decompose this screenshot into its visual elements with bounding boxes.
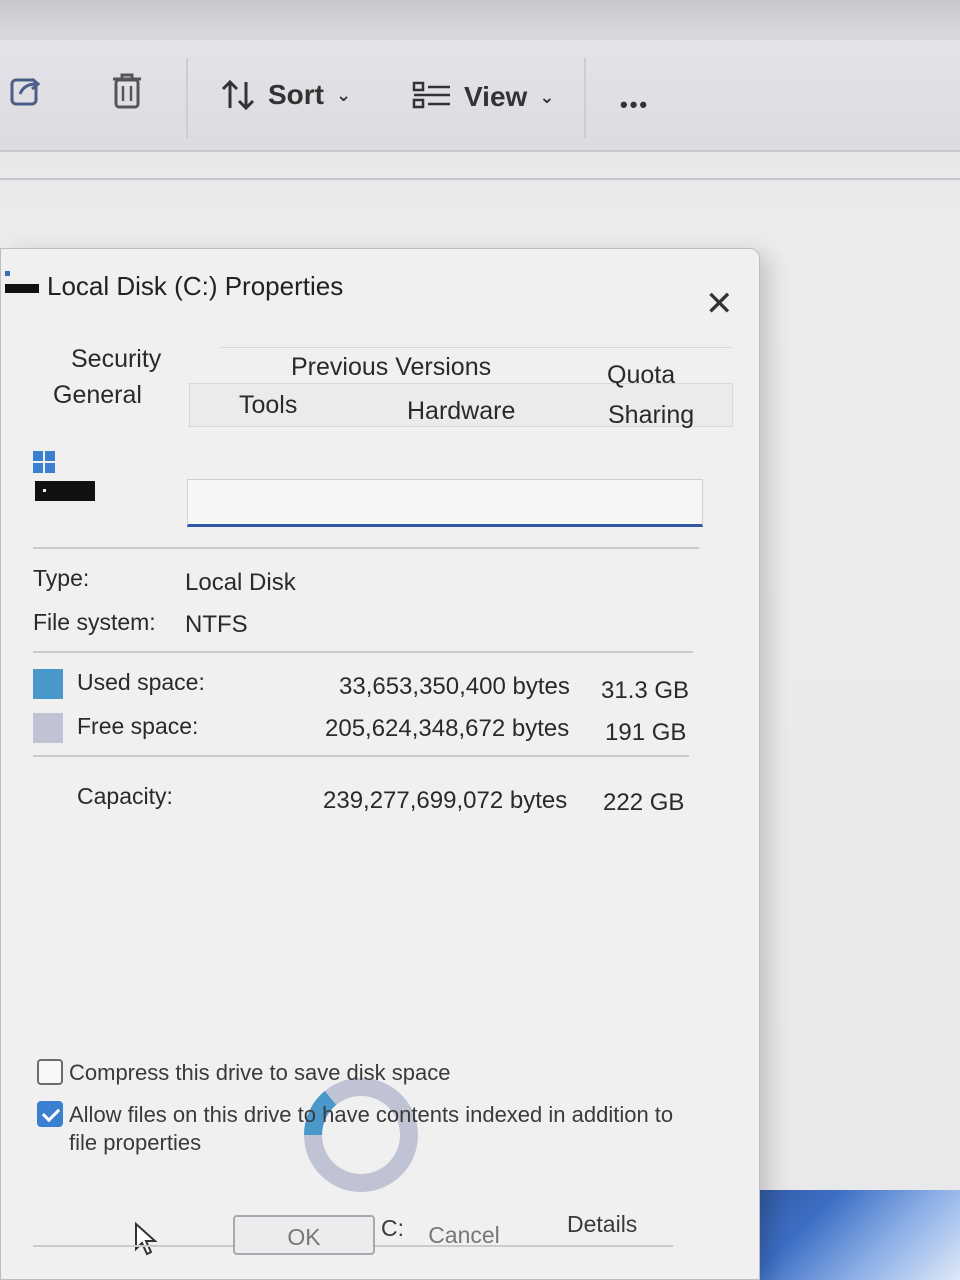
chevron-down-icon: ⌄ bbox=[336, 84, 352, 105]
free-space-bytes: 205,624,348,672 bytes bbox=[325, 715, 570, 742]
tab-security[interactable]: Security bbox=[71, 345, 161, 374]
index-label: Allow files on this drive to have conten… bbox=[69, 1101, 673, 1157]
sort-label: Sort bbox=[268, 79, 324, 110]
type-label: Type: bbox=[33, 565, 90, 591]
divider bbox=[0, 178, 960, 180]
more-options-button[interactable]: ••• bbox=[620, 92, 649, 118]
free-space-gb: 191 GB bbox=[605, 719, 687, 746]
capacity-label: Capacity: bbox=[77, 783, 173, 809]
toolbar-divider bbox=[186, 58, 188, 138]
capacity-bytes: 239,277,699,072 bytes bbox=[323, 787, 568, 814]
used-space-gb: 31.3 GB bbox=[601, 677, 690, 704]
explorer-address-band bbox=[0, 150, 960, 250]
tab-tools[interactable]: Tools bbox=[239, 391, 297, 420]
free-space-swatch bbox=[33, 713, 63, 743]
drive-icon bbox=[5, 271, 39, 310]
toolbar-divider bbox=[584, 58, 586, 138]
dialog-title: Local Disk (C:) Properties bbox=[47, 271, 344, 301]
used-space-swatch bbox=[33, 669, 63, 699]
ok-button[interactable]: OK bbox=[233, 1215, 375, 1255]
divider bbox=[33, 651, 693, 653]
index-checkbox[interactable] bbox=[37, 1101, 63, 1127]
tab-general[interactable]: General bbox=[53, 381, 142, 410]
sort-button[interactable]: Sort ⌄ bbox=[220, 78, 351, 112]
tab-quota[interactable]: Quota bbox=[607, 361, 675, 390]
compress-label: Compress this drive to save disk space bbox=[69, 1060, 451, 1085]
tab-hardware[interactable]: Hardware bbox=[407, 397, 515, 426]
free-space-label: Free space: bbox=[77, 713, 199, 739]
properties-dialog: Local Disk (C:) Properties ✕ Security Pr… bbox=[0, 248, 760, 1280]
tab-sharing[interactable]: Sharing bbox=[608, 401, 694, 430]
file-system-label: File system: bbox=[33, 609, 156, 635]
hard-drive-icon bbox=[33, 451, 97, 510]
index-label-line2: file properties bbox=[69, 1130, 202, 1155]
chevron-down-icon: ⌄ bbox=[539, 86, 555, 107]
compress-option[interactable]: Compress this drive to save disk space bbox=[37, 1059, 451, 1087]
cancel-button[interactable]: Cancel bbox=[405, 1215, 523, 1255]
divider bbox=[33, 755, 689, 757]
view-icon bbox=[412, 80, 452, 114]
drive-name-input[interactable] bbox=[187, 479, 703, 527]
type-value: Local Disk bbox=[185, 569, 296, 596]
divider bbox=[33, 547, 699, 549]
share-icon[interactable] bbox=[10, 74, 44, 108]
tab-previous-versions[interactable]: Previous Versions bbox=[291, 353, 491, 382]
file-system-value: NTFS bbox=[185, 611, 248, 638]
index-label-line1: Allow files on this drive to have conten… bbox=[69, 1102, 674, 1127]
sort-icon bbox=[220, 78, 256, 112]
close-button[interactable]: ✕ bbox=[705, 287, 734, 321]
tab-strip: Security Previous Versions Quota General… bbox=[1, 339, 735, 439]
used-space-bytes: 33,653,350,400 bytes bbox=[339, 673, 570, 700]
compress-checkbox[interactable] bbox=[37, 1059, 63, 1085]
mouse-cursor-icon bbox=[133, 1221, 163, 1262]
details-button[interactable]: Details bbox=[567, 1211, 637, 1238]
used-space-label: Used space: bbox=[77, 669, 205, 695]
view-label: View bbox=[464, 81, 528, 112]
delete-icon[interactable] bbox=[110, 72, 144, 110]
capacity-gb: 222 GB bbox=[603, 789, 685, 816]
index-option[interactable]: Allow files on this drive to have conten… bbox=[37, 1101, 673, 1157]
view-button[interactable]: View ⌄ bbox=[412, 80, 554, 114]
explorer-toolbar: Sort ⌄ View ⌄ ••• bbox=[0, 40, 960, 150]
